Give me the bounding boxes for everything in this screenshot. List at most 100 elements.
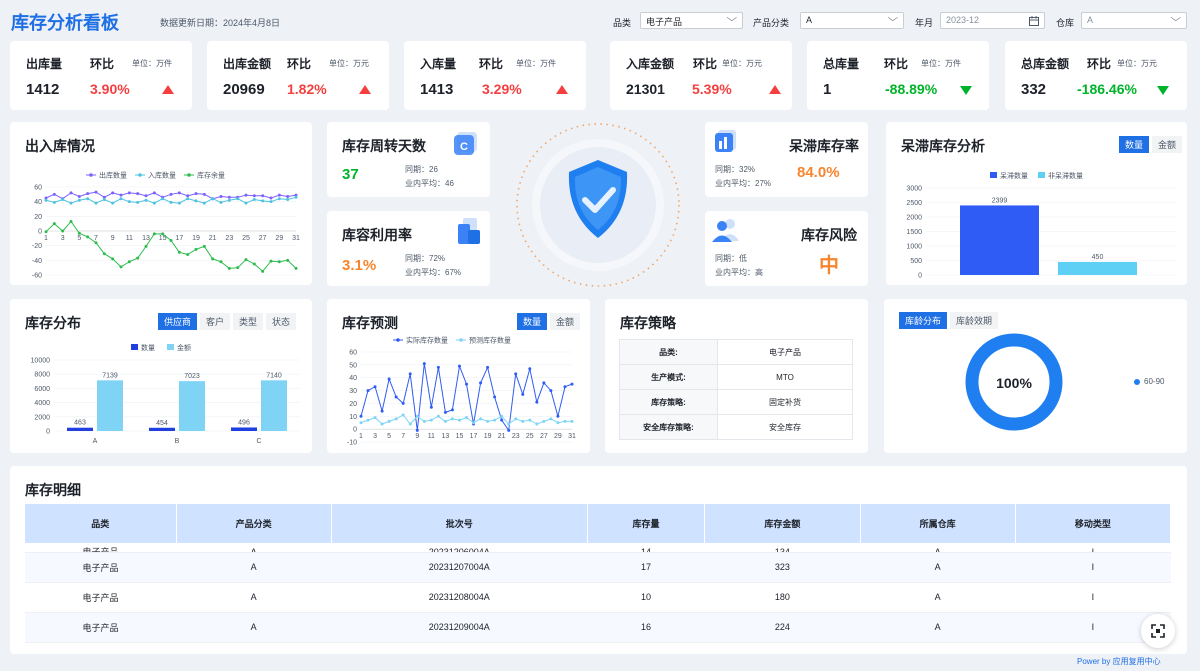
strategy-key: 库存策略:: [619, 389, 718, 415]
data-point: [528, 418, 532, 422]
stagnant-rate-avg: 业内平均：27%: [715, 179, 772, 188]
data-point: [236, 266, 240, 270]
data-point: [422, 362, 426, 366]
data-point: [261, 269, 265, 273]
y-tick-label: 0: [46, 429, 50, 436]
tab-amount[interactable]: 金额: [1152, 136, 1183, 153]
legend-swatch: [1038, 172, 1045, 178]
product-class-select[interactable]: A ⌵: [800, 12, 904, 29]
kpi-name: 出库量: [26, 57, 63, 71]
col-header[interactable]: 批次号: [331, 504, 588, 543]
risk-value: 中: [819, 255, 839, 277]
filter-label-warehouse: 仓库: [1056, 18, 1075, 28]
data-point: [443, 410, 447, 414]
month-picker[interactable]: 2023-12: [940, 12, 1045, 29]
col-header[interactable]: 产品分类: [176, 504, 332, 543]
data-point: [152, 201, 156, 205]
tab-quantity[interactable]: 数量: [517, 313, 548, 330]
data-point: [44, 230, 48, 234]
tab-customer[interactable]: 客户: [200, 313, 231, 330]
warehouse-select[interactable]: A ⌵: [1081, 12, 1187, 29]
data-point: [408, 422, 412, 426]
warehouse-value: A: [1087, 15, 1094, 25]
legend-marker: [187, 173, 191, 177]
table-cell: 20231207004A: [331, 552, 588, 583]
security-graphic: [513, 120, 683, 290]
x-tick-label: 7: [94, 235, 98, 242]
kpi-ratio-label: 环比: [1087, 57, 1112, 71]
data-point: [286, 195, 290, 199]
capacity-value: 3.1%: [342, 257, 377, 274]
kpi-card-out-qty: 出库量 环比 单位：万件 1412 3.90%: [10, 41, 192, 110]
trend-up-icon: [556, 85, 568, 94]
category-select[interactable]: 电子产品 ⌵: [640, 12, 743, 29]
table-cell: A: [860, 543, 1016, 553]
x-tick-label: 7: [401, 433, 405, 440]
strategy-table: 品类: 电子产品 生产模式: MTO 库存策略: 固定补货 安全库存策略: 安全库存: [619, 339, 853, 440]
fullscreen-button[interactable]: [1141, 614, 1175, 648]
y-tick-label: -20: [32, 243, 42, 250]
table-cell: 20231209004A: [331, 612, 588, 643]
x-tick-label: 31: [568, 433, 576, 440]
data-point: [61, 197, 65, 201]
strategy-key: 生产模式:: [619, 364, 718, 390]
strategy-value: 安全库存: [717, 414, 853, 440]
page-title: 库存分析看板: [11, 13, 119, 33]
legend-marker: [459, 338, 463, 342]
y-tick-label: -40: [32, 258, 42, 265]
data-point: [177, 250, 181, 254]
data-point: [401, 413, 405, 417]
data-point: [500, 414, 504, 418]
table-cell: A: [860, 612, 1016, 643]
data-point: [119, 197, 123, 201]
inout-line-chart: 6040200-20-40-601 3 5 7 9 11 13 15 17 19 21 23 25 27 2…: [32, 171, 300, 280]
tab-age-distribution[interactable]: 库龄分布: [899, 312, 948, 329]
table-row[interactable]: 电子产品 A 20231206004A 14 134 A I: [25, 543, 1171, 553]
tab-status[interactable]: 状态: [266, 313, 297, 330]
data-point: [61, 229, 65, 233]
table-cell: A: [860, 552, 1016, 583]
data-point: [194, 192, 198, 196]
table-cell: 电子产品: [25, 552, 177, 583]
turnover-same: 同期：26: [405, 165, 438, 174]
col-header[interactable]: 库存金额: [704, 504, 861, 543]
data-point: [277, 197, 281, 201]
data-point: [486, 365, 490, 369]
tab-type[interactable]: 类型: [233, 313, 264, 330]
col-header[interactable]: 品类: [25, 504, 177, 543]
legend-dot: [1134, 379, 1140, 385]
data-point: [144, 244, 148, 248]
strategy-title: 库存策略: [620, 315, 676, 331]
data-point: [380, 422, 384, 426]
col-header[interactable]: 所属仓库: [860, 504, 1016, 543]
filter-label-month: 年月: [915, 18, 934, 28]
data-point: [136, 200, 140, 204]
tab-supplier[interactable]: 供应商: [158, 313, 198, 330]
kpi-unit: 单位：万件: [132, 59, 172, 68]
table-row[interactable]: 电子产品 A 20231208004A 10 180 A I: [25, 582, 1171, 613]
data-point: [252, 262, 256, 266]
building-icon: [458, 218, 480, 244]
stagnant-rate-card: 呆滞库存率 同期：32% 业内平均：27% 84.0%: [705, 122, 868, 197]
tab-amount[interactable]: 金额: [550, 313, 581, 330]
col-header[interactable]: 移动类型: [1015, 504, 1171, 543]
kpi-unit: 单位：万元: [1117, 59, 1157, 68]
table-row[interactable]: 电子产品 A 20231209004A 16 224 A I: [25, 612, 1171, 643]
data-point: [542, 381, 546, 385]
data-point: [359, 414, 363, 418]
col-header[interactable]: 库存量: [587, 504, 706, 543]
calendar-icon[interactable]: [1029, 16, 1039, 26]
x-tick-label: 11: [126, 235, 133, 242]
detail-table-viewport[interactable]: 品类 产品分类 批次号 库存量 库存金额 所属仓库 移动类型 电子产品 A 2023…: [25, 504, 1171, 654]
table-cell: A: [176, 612, 332, 643]
table-row[interactable]: 电子产品 A 20231207004A 17 323 A I: [25, 552, 1171, 583]
data-point: [549, 417, 553, 421]
data-point: [161, 232, 165, 236]
tab-quantity[interactable]: 数量: [1119, 136, 1150, 153]
data-point: [252, 197, 256, 201]
kpi-ratio-label: 环比: [287, 57, 312, 71]
data-point: [429, 418, 433, 422]
bar-chart-icon: [715, 130, 736, 152]
data-point: [194, 247, 198, 251]
y-tick-label: 4000: [34, 400, 50, 407]
